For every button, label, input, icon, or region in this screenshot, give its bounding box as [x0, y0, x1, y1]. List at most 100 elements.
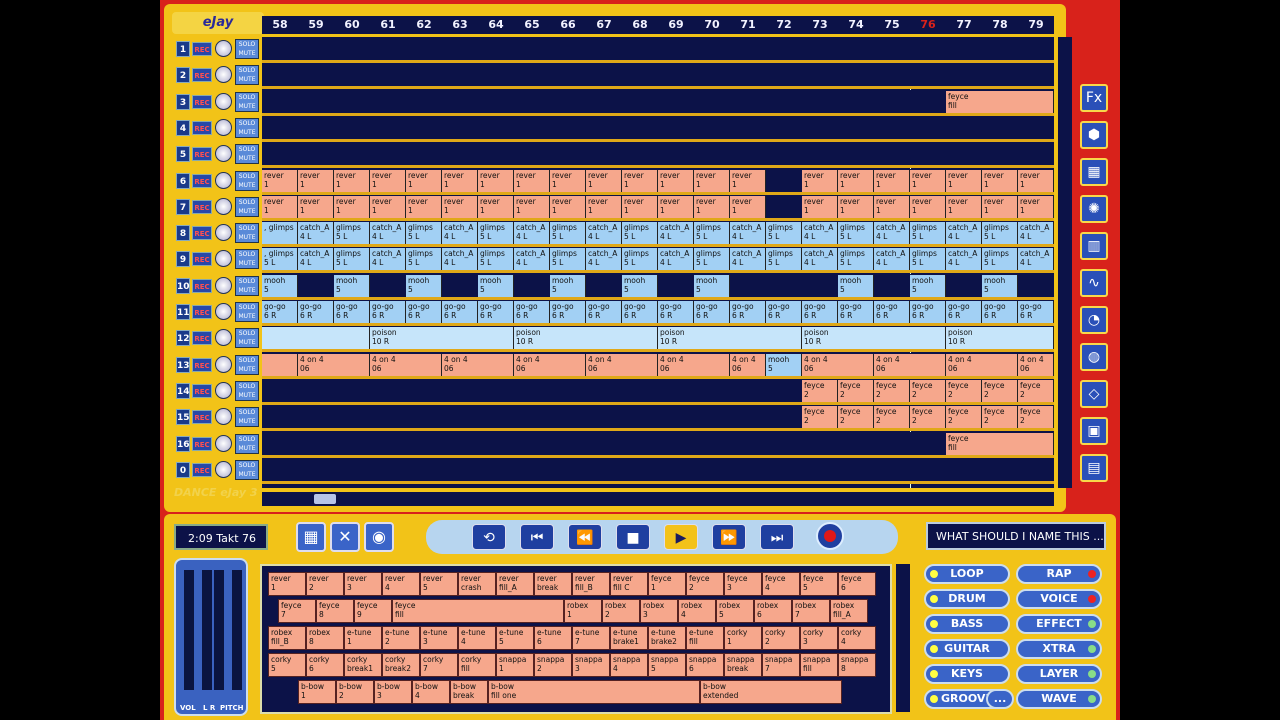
solo-mute-button[interactable]: SOLO MUTE — [235, 380, 259, 401]
sample-item[interactable]: robex 6 — [754, 599, 792, 623]
sample-item[interactable]: corky 1 — [724, 626, 762, 650]
sample-block[interactable]: glimps 5 L — [478, 248, 514, 271]
eraser-icon[interactable]: ◇ — [1080, 380, 1108, 408]
sample-item[interactable]: b-bow 3 — [374, 680, 412, 704]
bar-number[interactable]: 68 — [622, 16, 658, 34]
sample-block[interactable]: catch_A 4 L — [802, 222, 838, 245]
horizontal-scrollbar[interactable] — [262, 492, 1054, 506]
sample-item[interactable]: corky 4 — [838, 626, 876, 650]
bar-number[interactable]: 58 — [262, 16, 298, 34]
rec-button[interactable]: REC — [192, 226, 212, 241]
pan-knob[interactable] — [215, 66, 232, 84]
bar-ruler[interactable]: 58 59 60 61 62 63 64 65 66 67 68 69 70 71 72 73 74 75 76 77… — [262, 16, 1054, 34]
sample-block[interactable]: catch_A 4 L — [730, 248, 766, 271]
sample-block[interactable]: feyce 2 — [838, 406, 874, 429]
scroll-thumb[interactable] — [314, 494, 336, 504]
pan-knob[interactable] — [215, 381, 232, 399]
sample-item[interactable]: corky break2 — [382, 653, 420, 677]
track-lane[interactable]: , glimps 5 Lcatch_A 4 Lglimps 5 Lcatch_A… — [262, 247, 1054, 274]
sample-block[interactable]: rever 1 — [1018, 169, 1054, 192]
sample-block[interactable]: glimps 5 L — [334, 222, 370, 245]
sample-block[interactable]: , glimps 5 L — [262, 248, 298, 271]
sample-item[interactable]: snappa 8 — [838, 653, 876, 677]
pan-knob[interactable] — [215, 40, 232, 57]
sample-block[interactable]: mooh 5 — [334, 274, 370, 297]
globe-icon[interactable]: ◍ — [1080, 343, 1108, 371]
sample-block[interactable]: 4 on 4 06 — [298, 353, 370, 376]
category-bass[interactable]: BASS — [924, 614, 1010, 634]
sample-block[interactable]: rever 1 — [478, 195, 514, 218]
sample-item[interactable]: e-tune brake1 — [610, 626, 648, 650]
track-lane[interactable]: feyce 2 feyce 2 feyce 2 feyce 2 feyce 2 feyce… — [262, 378, 1054, 405]
sample-block[interactable]: feyce 2 — [1018, 406, 1054, 429]
rec-button[interactable]: REC — [192, 462, 212, 477]
sample-item[interactable]: feyce 5 — [800, 572, 838, 596]
sample-block[interactable]: catch_A 4 L — [298, 248, 334, 271]
sample-item[interactable]: robex 1 — [564, 599, 602, 623]
sample-item[interactable]: robex 4 — [678, 599, 716, 623]
sample-item[interactable]: snappa 3 — [572, 653, 610, 677]
sample-block[interactable]: 4 on 4 06 — [802, 353, 874, 376]
pan-knob[interactable] — [215, 250, 232, 268]
record-button[interactable] — [816, 522, 844, 550]
sample-block[interactable]: poison 10 R — [802, 327, 946, 350]
sample-block[interactable]: rever 1 — [802, 195, 838, 218]
sample-block[interactable]: glimps 5 L — [694, 248, 730, 271]
bar-number[interactable]: 76 — [910, 16, 946, 34]
sample-block[interactable]: rever 1 — [874, 169, 910, 192]
spiral-icon[interactable]: ✺ — [1080, 195, 1108, 223]
grid-icon[interactable]: ▦ — [296, 522, 326, 552]
sample-block[interactable]: catch_A 4 L — [514, 222, 550, 245]
sample-block[interactable]: glimps 5 L — [406, 222, 442, 245]
pan-knob[interactable] — [215, 434, 232, 452]
bar-number[interactable]: 60 — [334, 16, 370, 34]
sample-item[interactable]: rever 1 — [268, 572, 306, 596]
bar-number[interactable]: 74 — [838, 16, 874, 34]
sample-block[interactable]: glimps 5 L — [982, 222, 1018, 245]
sample-item[interactable]: corky fill — [458, 653, 496, 677]
pan-knob[interactable] — [215, 276, 232, 294]
sample-item[interactable]: rever 3 — [344, 572, 382, 596]
sample-item[interactable]: feyce 9 — [354, 599, 392, 623]
sample-item[interactable]: snappa fill — [800, 653, 838, 677]
sample-block[interactable]: glimps 5 L — [982, 248, 1018, 271]
sample-block[interactable]: rever 1 — [514, 195, 550, 218]
sample-block[interactable]: go-go 6 R — [370, 301, 406, 323]
bar-number[interactable]: 67 — [586, 16, 622, 34]
sample-block[interactable]: go-go 6 R — [334, 301, 370, 323]
sample-block[interactable]: go-go 6 R — [1018, 301, 1054, 323]
sample-block[interactable]: go-go 6 R — [874, 301, 910, 323]
sample-item[interactable]: robex 8 — [306, 626, 344, 650]
sample-block[interactable]: , glimps — [262, 222, 298, 245]
sample-item[interactable]: feyce 2 — [686, 572, 724, 596]
sample-block[interactable]: rever 1 — [298, 195, 334, 218]
sample-block[interactable]: 4 on 4 06 — [442, 353, 514, 376]
sample-block[interactable]: rever 1 — [658, 195, 694, 218]
save-icon[interactable]: ▣ — [1080, 417, 1108, 445]
sample-block[interactable]: feyce 2 — [874, 379, 910, 402]
sample-block[interactable]: catch_A 4 L — [442, 222, 478, 245]
fx-icon[interactable]: Fx — [1080, 84, 1108, 112]
sample-block[interactable]: go-go 6 R — [838, 301, 874, 323]
sample-item[interactable]: b-bow fill one — [488, 680, 700, 704]
sample-block[interactable]: feyce 2 — [802, 379, 838, 402]
rec-button[interactable]: REC — [192, 278, 212, 293]
track-lane[interactable]: , glimps catch_A 4 Lglimps 5 Lcatch_A 4 … — [262, 221, 1054, 248]
sample-block[interactable]: glimps 5 L — [406, 248, 442, 271]
sample-block[interactable]: rever 1 — [730, 169, 766, 192]
sample-block[interactable]: go-go 6 R — [478, 301, 514, 323]
track-lane[interactable] — [262, 37, 1054, 63]
repeat-button[interactable]: ⟲ — [472, 524, 506, 550]
sample-block[interactable]: mooh 5 — [910, 274, 946, 297]
sample-block[interactable]: glimps 5 L — [910, 222, 946, 245]
category-layer[interactable]: LAYER — [1016, 664, 1102, 684]
mix-icon[interactable]: ✕ — [330, 522, 360, 552]
sample-block[interactable]: rever 1 — [442, 195, 478, 218]
sample-block[interactable]: rever 1 — [694, 169, 730, 192]
sample-block[interactable]: rever 1 — [586, 169, 622, 192]
category-rap[interactable]: RAP — [1016, 564, 1102, 584]
sample-item[interactable]: corky 7 — [420, 653, 458, 677]
sample-item[interactable]: e-tune 1 — [344, 626, 382, 650]
sample-block[interactable]: rever 1 — [910, 195, 946, 218]
track-lane[interactable] — [262, 457, 1054, 484]
